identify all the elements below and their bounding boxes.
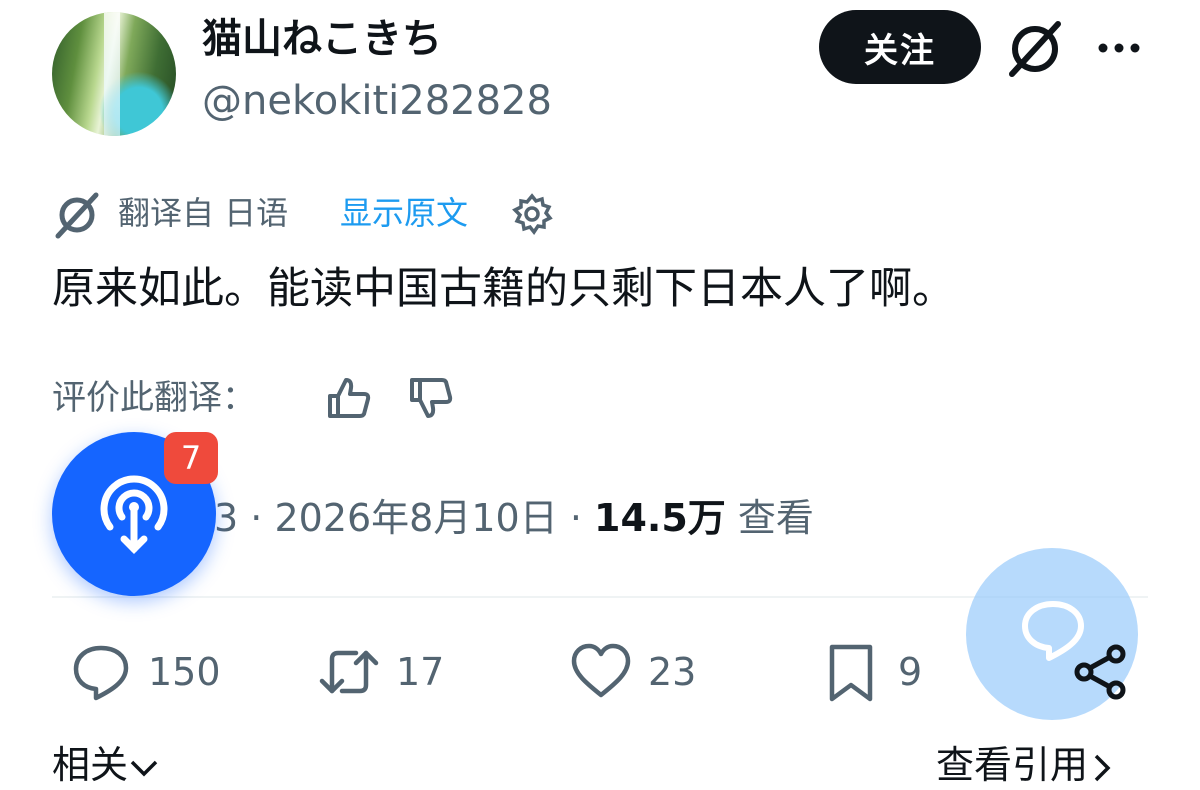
bookmark-icon xyxy=(829,644,873,702)
notification-badge: 7 xyxy=(164,432,218,484)
show-original-link[interactable]: 显示原文 xyxy=(340,190,468,236)
tweet-text: 原来如此。能读中国古籍的只剩下日本人了啊。 xyxy=(52,264,955,314)
share-icon[interactable] xyxy=(1072,642,1130,700)
like-count: 23 xyxy=(648,650,697,694)
chevron-right-icon xyxy=(1094,754,1111,781)
grok-icon[interactable] xyxy=(1004,18,1066,80)
tweet-meta: 3 · 2026年8月10日 · 14.5万 查看 xyxy=(214,492,814,544)
reply-icon xyxy=(73,645,129,701)
related-label: 相关 xyxy=(52,743,129,787)
views-label: 查看 xyxy=(737,496,814,540)
reply-count: 150 xyxy=(148,650,221,694)
view-count: 14.5万 xyxy=(594,496,726,540)
more-icon[interactable] xyxy=(1096,28,1142,68)
translate-icon xyxy=(55,192,99,239)
view-quotes-label: 查看引用 xyxy=(936,743,1089,787)
reply-button[interactable]: 150 xyxy=(70,640,221,704)
bookmark-button[interactable]: 9 xyxy=(820,640,922,704)
view-quotes-link[interactable]: 查看引用 xyxy=(936,740,1116,790)
like-button[interactable]: 23 xyxy=(570,640,696,704)
meta-separator: · xyxy=(250,496,263,540)
meta-separator: · xyxy=(569,496,582,540)
post-date[interactable]: 2026年8月10日 xyxy=(274,496,557,540)
user-handle[interactable]: @nekokiti282828 xyxy=(202,76,552,126)
rate-translation-label: 评价此翻译： xyxy=(52,378,256,418)
like-icon xyxy=(571,643,631,698)
follow-button[interactable]: 关注 xyxy=(819,10,981,84)
settings-icon[interactable] xyxy=(510,192,554,236)
translated-from-label: 翻译自 日语 xyxy=(118,194,289,232)
chevron-down-icon xyxy=(130,760,158,776)
repost-icon xyxy=(319,650,379,694)
thumbs-up-icon[interactable] xyxy=(326,374,372,422)
display-name[interactable]: 猫山ねこきち xyxy=(202,14,442,64)
thumbs-down-icon[interactable] xyxy=(408,374,454,422)
related-toggle[interactable]: 相关 xyxy=(52,740,160,790)
podcast-icon xyxy=(100,475,168,554)
repost-button[interactable]: 17 xyxy=(318,640,444,704)
bookmark-count: 9 xyxy=(898,650,923,694)
time-fragment: 3 xyxy=(214,496,239,540)
repost-count: 17 xyxy=(396,650,445,694)
avatar[interactable] xyxy=(52,12,176,136)
